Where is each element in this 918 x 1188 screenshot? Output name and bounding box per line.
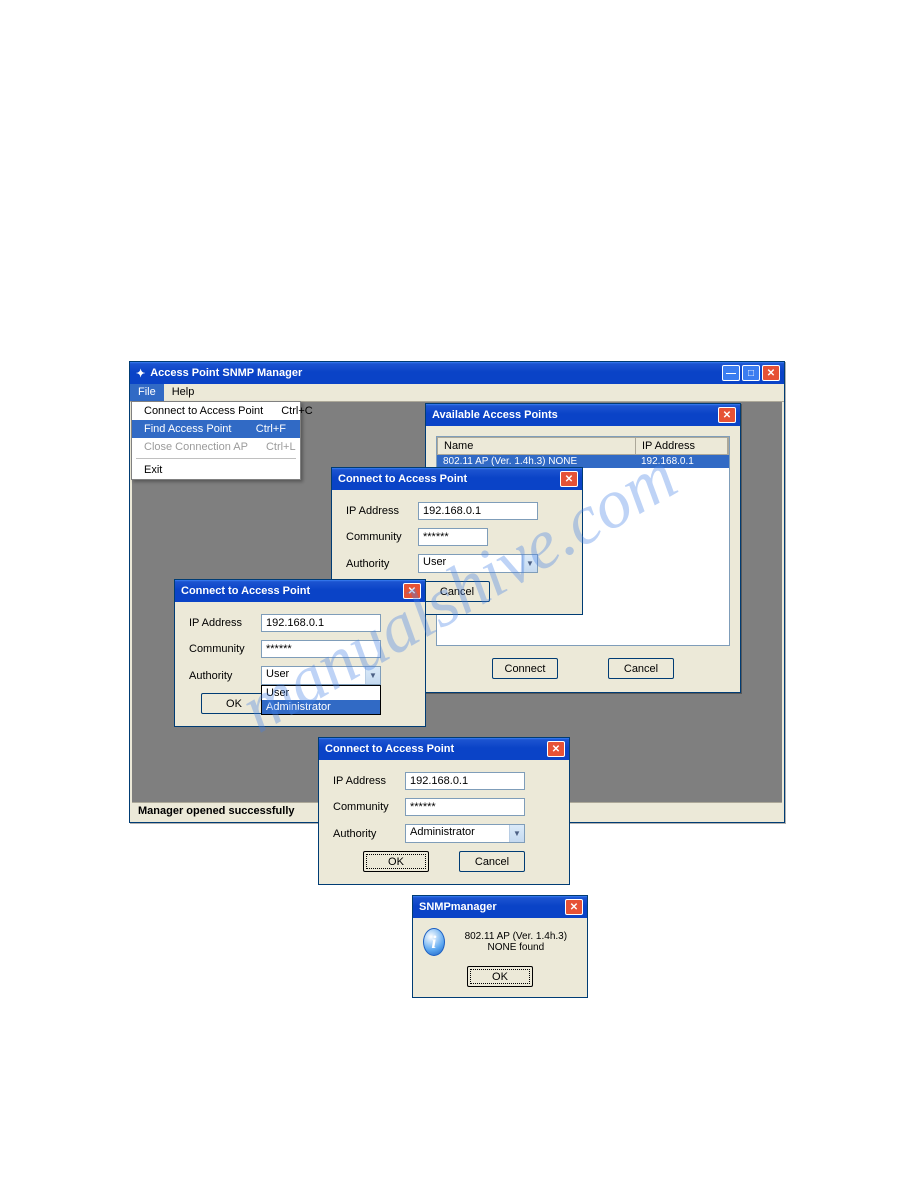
authority-option-admin[interactable]: Administrator xyxy=(262,700,380,714)
main-titlebar: ✦ Access Point SNMP Manager — □ ✕ xyxy=(130,362,784,384)
list-header: Name IP Address xyxy=(437,437,729,455)
ip-input[interactable] xyxy=(405,772,525,790)
authority-label: Authority xyxy=(333,828,405,840)
authority-combo[interactable]: User ▼ xyxy=(418,554,538,573)
menu-exit[interactable]: Exit xyxy=(132,461,300,479)
connect-titlebar: Connect to Access Point ✕ xyxy=(332,468,582,490)
close-button[interactable]: ✕ xyxy=(547,741,565,757)
snmp-message-text: 802.11 AP (Ver. 1.4h.3) NONE found xyxy=(455,931,577,953)
connect-dialog-3: Connect to Access Point ✕ IP Address Com… xyxy=(318,737,570,885)
connect-dialog-2: Connect to Access Point ✕ IP Address Com… xyxy=(174,579,426,727)
close-button[interactable]: ✕ xyxy=(762,365,780,381)
connect-titlebar: Connect to Access Point ✕ xyxy=(319,738,569,760)
close-button[interactable]: ✕ xyxy=(560,471,578,487)
combo-value: Administrator xyxy=(406,825,509,842)
close-button[interactable]: ✕ xyxy=(718,407,736,423)
ip-label: IP Address xyxy=(333,775,405,787)
menu-separator xyxy=(136,458,296,459)
cancel-button[interactable]: Cancel xyxy=(608,658,674,679)
info-icon: i xyxy=(423,928,445,956)
authority-combo[interactable]: User ▼ xyxy=(261,666,381,685)
close-button[interactable]: ✕ xyxy=(565,899,583,915)
menubar: File Help xyxy=(130,384,784,402)
ip-label: IP Address xyxy=(346,505,418,517)
authority-option-user[interactable]: User xyxy=(262,686,380,700)
main-title: Access Point SNMP Manager xyxy=(150,367,722,379)
menu-find-ap[interactable]: Find Access Point Ctrl+F xyxy=(132,420,300,438)
app-icon: ✦ xyxy=(136,367,145,380)
available-ap-title: Available Access Points xyxy=(432,409,718,421)
col-ip[interactable]: IP Address xyxy=(636,438,728,454)
snmp-message-dialog: SNMPmanager ✕ i 802.11 AP (Ver. 1.4h.3) … xyxy=(412,895,588,998)
snmp-title: SNMPmanager xyxy=(419,901,565,913)
menu-item-label: Close Connection AP xyxy=(144,441,248,453)
ip-input[interactable] xyxy=(418,502,538,520)
available-ap-titlebar: Available Access Points ✕ xyxy=(426,404,740,426)
connect-button[interactable]: Connect xyxy=(492,658,558,679)
ip-input[interactable] xyxy=(261,614,381,632)
community-input[interactable] xyxy=(405,798,525,816)
menu-help[interactable]: Help xyxy=(164,384,203,401)
menu-close-conn: Close Connection AP Ctrl+L xyxy=(132,438,300,456)
connect-title: Connect to Access Point xyxy=(325,743,547,755)
combo-value: User xyxy=(419,555,522,572)
menu-item-accel: Ctrl+C xyxy=(281,405,312,417)
cancel-button[interactable]: Cancel xyxy=(424,581,490,602)
menu-item-accel: Ctrl+L xyxy=(266,441,296,453)
chevron-down-icon: ▼ xyxy=(509,825,524,842)
community-input[interactable] xyxy=(418,528,488,546)
connect-title: Connect to Access Point xyxy=(338,473,560,485)
community-label: Community xyxy=(189,643,261,655)
menu-item-label: Connect to Access Point xyxy=(144,405,263,417)
col-name[interactable]: Name xyxy=(438,438,636,454)
menu-item-label: Exit xyxy=(144,464,162,476)
community-label: Community xyxy=(333,801,405,813)
menu-item-label: Find Access Point xyxy=(144,423,231,435)
authority-label: Authority xyxy=(346,558,418,570)
community-input[interactable] xyxy=(261,640,381,658)
authority-dropdown-list: User Administrator xyxy=(261,685,381,715)
menu-item-accel: Ctrl+F xyxy=(256,423,286,435)
close-button[interactable]: ✕ xyxy=(403,583,421,599)
cancel-button[interactable]: Cancel xyxy=(459,851,525,872)
authority-label: Authority xyxy=(189,670,261,682)
chevron-down-icon: ▼ xyxy=(365,667,380,684)
menu-connect-ap[interactable]: Connect to Access Point Ctrl+C xyxy=(132,402,300,420)
ok-button[interactable]: OK xyxy=(363,851,429,872)
chevron-down-icon: ▼ xyxy=(522,555,537,572)
ap-ip: 192.168.0.1 xyxy=(635,455,700,468)
connect-title: Connect to Access Point xyxy=(181,585,403,597)
minimize-button[interactable]: — xyxy=(722,365,740,381)
ok-button[interactable]: OK xyxy=(467,966,533,987)
authority-combo[interactable]: Administrator ▼ xyxy=(405,824,525,843)
status-text: Manager opened successfully xyxy=(138,805,295,817)
community-label: Community xyxy=(346,531,418,543)
ip-label: IP Address xyxy=(189,617,261,629)
file-menu-dropdown: Connect to Access Point Ctrl+C Find Acce… xyxy=(131,401,301,480)
combo-value: User xyxy=(262,667,365,684)
maximize-button[interactable]: □ xyxy=(742,365,760,381)
ok-button[interactable]: OK xyxy=(201,693,267,714)
connect-titlebar: Connect to Access Point ✕ xyxy=(175,580,425,602)
menu-file[interactable]: File xyxy=(130,384,164,401)
snmp-titlebar: SNMPmanager ✕ xyxy=(413,896,587,918)
